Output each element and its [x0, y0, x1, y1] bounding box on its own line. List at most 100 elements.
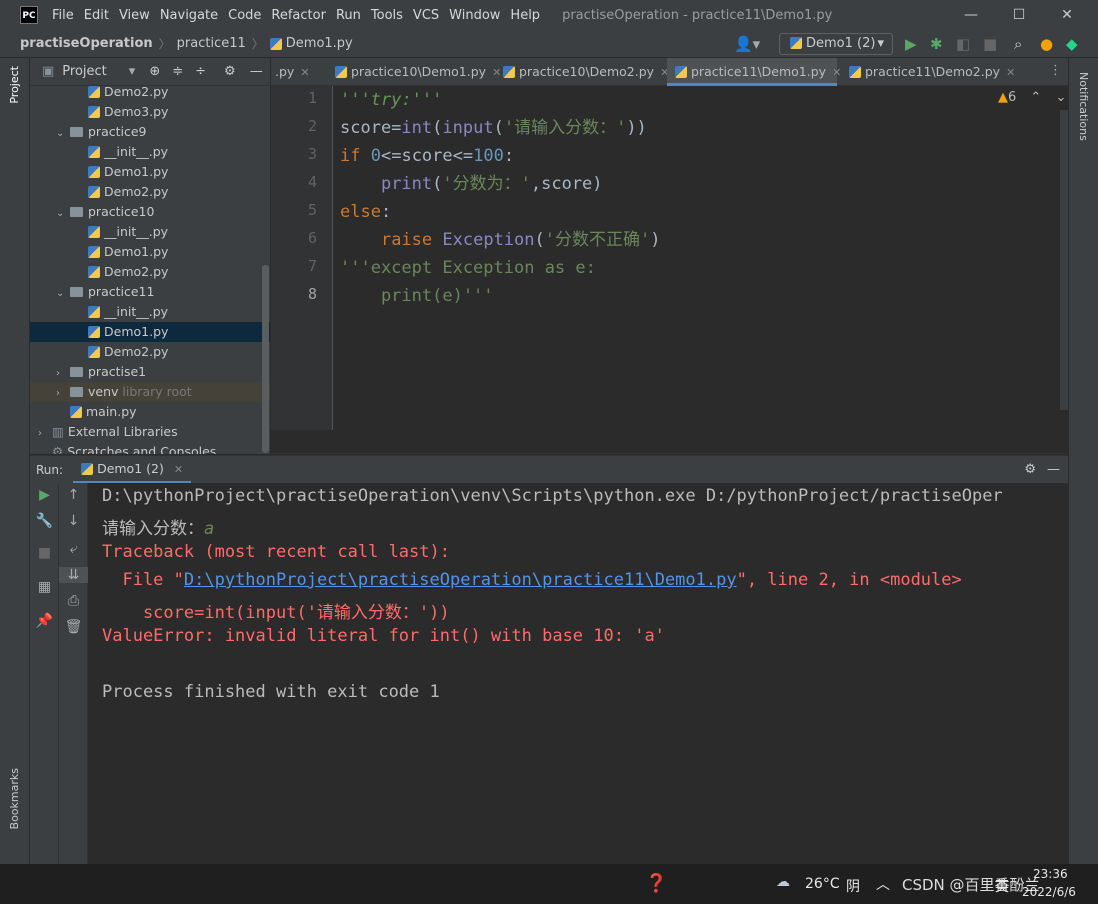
menu-navigate[interactable]: Navigate — [160, 8, 218, 23]
soft-wrap-icon[interactable]: ⤶ — [59, 541, 88, 557]
project-tool-tab[interactable]: Project — [8, 66, 21, 104]
search-icon[interactable]: ⌕ — [1014, 35, 1022, 53]
ime-indicator[interactable]: 英 — [995, 876, 1009, 896]
tree-item[interactable]: __init__.py — [30, 222, 270, 242]
hide-icon[interactable]: — — [1047, 462, 1060, 477]
weather-temp[interactable]: 26°C — [805, 876, 840, 892]
project-scrollbar[interactable] — [262, 265, 269, 453]
menu-refactor[interactable]: Refactor — [271, 8, 326, 23]
layout-icon[interactable]: ▦ — [30, 579, 59, 595]
hide-icon[interactable]: — — [250, 64, 263, 79]
menu-view[interactable]: View — [119, 8, 150, 23]
wrench-icon[interactable]: 🔧 — [30, 513, 59, 529]
expand-arrow-icon[interactable]: ⌄ — [56, 204, 70, 224]
run-tab-active[interactable]: Demo1 (2) ✕ — [73, 456, 192, 484]
user-icon[interactable]: 👤▾ — [734, 35, 760, 53]
tree-item[interactable]: Demo2.py — [30, 262, 270, 282]
breadcrumb-project[interactable]: practiseOperation — [20, 36, 153, 51]
tree-item[interactable]: Demo3.py — [30, 102, 270, 122]
editor-tab[interactable]: practice10\Demo1.py ✕ — [325, 58, 501, 86]
bookmarks-tool-tab[interactable]: Bookmarks — [8, 768, 21, 829]
stop-icon[interactable]: ■ — [983, 35, 997, 53]
breadcrumb-file[interactable]: Demo1.py — [286, 36, 353, 51]
tree-folder[interactable]: › venv library root — [30, 382, 270, 402]
chevron-down-icon[interactable]: ⌄ — [1055, 90, 1066, 105]
chevron-down-icon[interactable]: ▾ — [129, 64, 136, 79]
tree-item[interactable]: ⚙ Scratches and Consoles — [30, 442, 270, 454]
collapse-all-icon[interactable]: ÷ — [195, 64, 206, 79]
close-button[interactable]: ✕ — [1044, 0, 1090, 30]
stop-icon[interactable]: ■ — [30, 545, 59, 561]
gear-icon[interactable]: ⚙ — [224, 64, 236, 79]
tree-item[interactable]: main.py — [30, 402, 270, 422]
tree-folder[interactable]: ⌄ practice9 — [30, 122, 270, 142]
tree-folder[interactable]: ⌄ practice11 — [30, 282, 270, 302]
trash-icon[interactable]: 🗑 — [59, 619, 88, 635]
project-view-selector[interactable]: Project — [62, 64, 106, 79]
menu-help[interactable]: Help — [510, 8, 540, 23]
close-icon[interactable]: ✕ — [174, 463, 183, 476]
weather-icon[interactable]: ☁ — [776, 874, 790, 890]
tree-folder[interactable]: ⌄ practice10 — [30, 202, 270, 222]
debug-icon[interactable]: ✱ — [930, 35, 943, 53]
editor-tab[interactable]: practice10\Demo2.py ✕ — [497, 58, 669, 86]
expand-all-icon[interactable]: ≑ — [172, 64, 183, 79]
expand-arrow-icon[interactable]: ⌄ — [56, 284, 70, 304]
expand-arrow-icon[interactable]: ⌄ — [56, 124, 70, 144]
code-editor[interactable]: '''try:''' score=int(input('请输入分数：')) if… — [334, 86, 1068, 430]
inspection-widget[interactable]: ▲6 ⌃ ⌄ — [998, 90, 1066, 105]
menu-tools[interactable]: Tools — [371, 8, 403, 23]
menu-code[interactable]: Code — [228, 8, 261, 23]
editor-scrollbar[interactable] — [1060, 110, 1068, 410]
run-config-dropdown[interactable]: Demo1 (2) ▾ — [779, 33, 893, 55]
menu-file[interactable]: File — [52, 8, 74, 23]
tree-item[interactable]: __init__.py — [30, 142, 270, 162]
clock-time[interactable]: 23:36 — [1033, 867, 1068, 881]
more-tabs-icon[interactable]: ⋮ — [1049, 63, 1062, 78]
tree-item[interactable]: Demo2.py — [30, 342, 270, 362]
expand-arrow-icon[interactable]: › — [38, 424, 52, 444]
jetbrains-icon[interactable]: ◆ — [1066, 35, 1078, 53]
expand-arrow-icon[interactable]: › — [56, 364, 70, 384]
clock-date[interactable]: 2022/6/6 — [1022, 885, 1076, 899]
arrow-up-icon[interactable]: ↑ — [59, 487, 88, 503]
tree-item[interactable]: Demo1.py — [30, 162, 270, 182]
tree-item[interactable]: › ▥ External Libraries — [30, 422, 270, 442]
minimize-button[interactable]: — — [948, 0, 994, 30]
tree-item[interactable]: Demo1.py — [30, 242, 270, 262]
menu-vcs[interactable]: VCS — [413, 8, 439, 23]
menu-run[interactable]: Run — [336, 8, 361, 23]
pin-icon[interactable]: 📌 — [30, 613, 59, 629]
locate-icon[interactable]: ⊕ — [149, 64, 160, 79]
close-icon[interactable]: ✕ — [832, 66, 841, 79]
gear-icon[interactable]: ⚙ — [1024, 462, 1036, 477]
menu-edit[interactable]: Edit — [84, 8, 109, 23]
arrow-down-icon[interactable]: ↓ — [59, 513, 88, 529]
console-file-link[interactable]: D:\pythonProject\practiseOperation\pract… — [184, 570, 737, 590]
editor-tab[interactable]: practice11\Demo2.py ✕ — [841, 58, 1015, 86]
close-icon[interactable]: ✕ — [300, 66, 309, 79]
notifications-tool-tab[interactable]: Notifications — [1077, 72, 1090, 141]
tree-folder[interactable]: › practise1 — [30, 362, 270, 382]
scroll-to-end-icon[interactable]: ⇊ — [59, 567, 88, 583]
menu-window[interactable]: Window — [449, 8, 500, 23]
help-icon[interactable]: ❓ — [645, 873, 667, 894]
rerun-icon[interactable]: ▶ — [30, 487, 59, 503]
run-console[interactable]: D:\pythonProject\practiseOperation\venv\… — [88, 483, 1068, 864]
expand-arrow-icon[interactable]: › — [56, 384, 70, 404]
tree-item[interactable]: Demo2.py — [30, 182, 270, 202]
breadcrumb-folder[interactable]: practice11 — [177, 36, 246, 51]
chevron-up-icon[interactable]: ⌃ — [1030, 90, 1041, 105]
tree-item[interactable]: Demo1.py — [30, 322, 270, 342]
tree-item[interactable]: Demo2.py — [30, 86, 270, 102]
tree-item[interactable]: __init__.py — [30, 302, 270, 322]
run-icon[interactable]: ▶ — [905, 35, 917, 53]
update-icon[interactable]: ● — [1040, 35, 1053, 53]
close-icon[interactable]: ✕ — [1006, 66, 1015, 79]
print-icon[interactable]: ⎙ — [59, 593, 88, 609]
maximize-button[interactable]: ☐ — [996, 0, 1042, 30]
weather-desc[interactable]: 阴 — [846, 876, 860, 896]
editor-tab-active[interactable]: practice11\Demo1.py ✕ — [667, 58, 841, 86]
chevron-up-icon[interactable]: ︿ — [876, 874, 890, 894]
coverage-icon[interactable]: ◧ — [956, 35, 970, 53]
